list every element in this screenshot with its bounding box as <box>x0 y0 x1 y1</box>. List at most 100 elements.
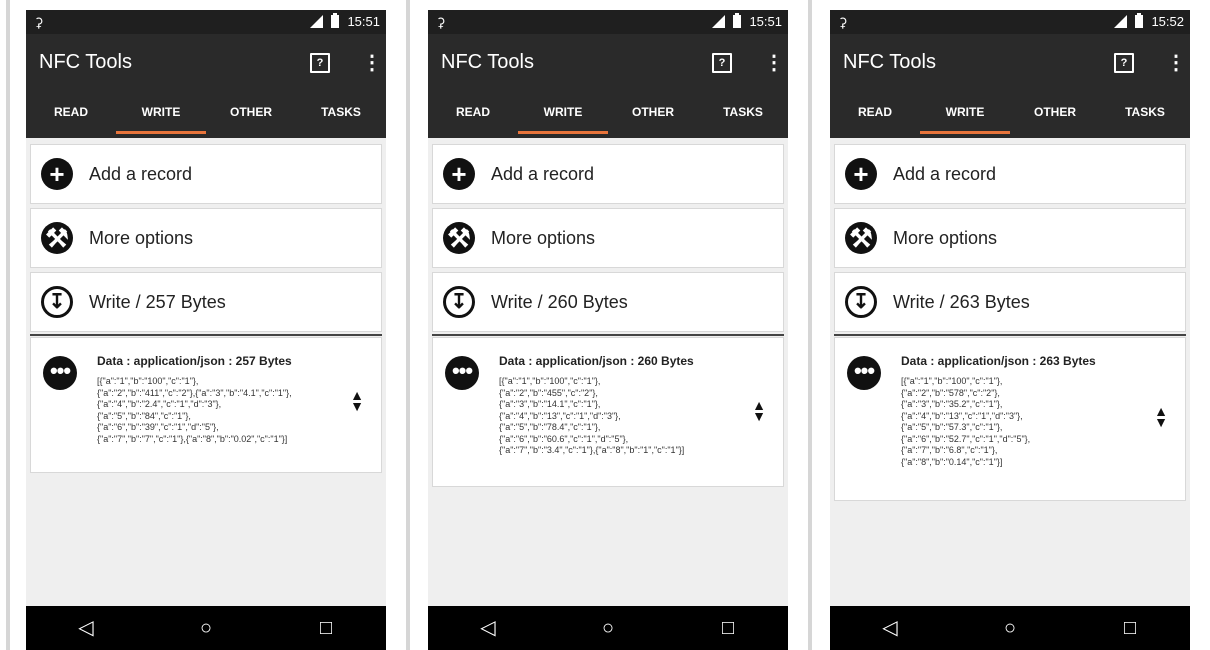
help-icon[interactable]: ? <box>712 53 732 73</box>
tab-tasks[interactable]: TASKS <box>296 90 386 138</box>
more-dots-icon[interactable]: ••• <box>847 356 881 390</box>
wrench-icon: ⚒ <box>41 222 73 254</box>
more-options-button[interactable]: ⚒ More options <box>432 208 784 268</box>
more-options-label: More options <box>89 228 194 248</box>
write-label: Write / 263 Bytes <box>893 292 1030 312</box>
phone-screen-3: ⚳ 15:52 NFC Tools ? ⋮ READ WRITE OTHER T… <box>830 10 1190 650</box>
record-item[interactable]: ••• Data : application/json : 260 Bytes … <box>432 337 784 487</box>
tab-other[interactable]: OTHER <box>206 90 296 138</box>
more-dots-icon[interactable]: ••• <box>445 356 479 390</box>
help-icon[interactable]: ? <box>310 53 330 73</box>
record-item[interactable]: ••• Data : application/json : 257 Bytes … <box>30 337 382 473</box>
write-download-icon: ↧ <box>443 286 475 318</box>
tab-read[interactable]: READ <box>428 90 518 138</box>
more-options-button[interactable]: ⚒ More options <box>834 208 1186 268</box>
add-record-button[interactable]: + Add a record <box>432 144 784 204</box>
app-title: NFC Tools <box>843 51 936 73</box>
record-content: [{"a":"1","b":"100","c":"1"}, {"a":"2","… <box>499 376 685 455</box>
battery-icon <box>1135 13 1144 28</box>
overflow-menu-icon[interactable]: ⋮ <box>764 50 784 75</box>
section-divider <box>834 334 1186 336</box>
app-bar: NFC Tools ? ⋮ <box>428 34 788 90</box>
overflow-menu-icon[interactable]: ⋮ <box>1166 50 1186 75</box>
add-circle-icon: + <box>443 158 475 190</box>
add-record-label: Add a record <box>893 164 997 184</box>
tab-bar: READ WRITE OTHER TASKS <box>428 90 788 138</box>
back-icon[interactable]: ◁ <box>428 606 548 650</box>
status-time: 15:51 <box>749 14 782 29</box>
section-divider <box>432 334 784 336</box>
record-title: Data : application/json : 257 Bytes <box>97 354 292 368</box>
overflow-menu-icon[interactable]: ⋮ <box>362 50 382 75</box>
write-label: Write / 257 Bytes <box>89 292 226 312</box>
app-title: NFC Tools <box>441 51 534 73</box>
status-time: 15:51 <box>347 14 380 29</box>
more-options-button[interactable]: ⚒ More options <box>30 208 382 268</box>
incognito-icon: ⚳ <box>34 15 44 30</box>
add-record-button[interactable]: + Add a record <box>834 144 1186 204</box>
more-options-label: More options <box>491 228 596 248</box>
signal-icon <box>712 15 726 28</box>
signal-icon <box>1114 15 1128 28</box>
navigation-bar: ◁ ○ □ <box>26 606 386 650</box>
recents-icon[interactable]: □ <box>266 606 386 650</box>
status-bar: ⚳ 15:52 <box>830 10 1190 34</box>
tab-tasks[interactable]: TASKS <box>698 90 788 138</box>
tab-write[interactable]: WRITE <box>116 90 206 138</box>
status-bar: ⚳ 15:51 <box>26 10 386 34</box>
tab-write[interactable]: WRITE <box>518 90 608 138</box>
battery-icon <box>733 13 742 28</box>
home-icon[interactable]: ○ <box>548 606 668 650</box>
home-icon[interactable]: ○ <box>146 606 266 650</box>
reorder-handle-icon[interactable]: ▲ ▼ <box>347 388 367 413</box>
tab-read[interactable]: READ <box>830 90 920 138</box>
record-content: [{"a":"1","b":"100","c":"1"}, {"a":"2","… <box>901 376 1031 467</box>
tab-tasks[interactable]: TASKS <box>1100 90 1190 138</box>
phone-screen-1: ⚳ 15:51 NFC Tools ? ⋮ READ WRITE OTHER T… <box>26 10 386 650</box>
add-record-label: Add a record <box>89 164 193 184</box>
navigation-bar: ◁ ○ □ <box>830 606 1190 650</box>
tab-bar: READ WRITE OTHER TASKS <box>830 90 1190 138</box>
battery-icon <box>331 13 340 28</box>
app-bar: NFC Tools ? ⋮ <box>26 34 386 90</box>
record-title: Data : application/json : 260 Bytes <box>499 354 694 368</box>
write-download-icon: ↧ <box>41 286 73 318</box>
write-label: Write / 260 Bytes <box>491 292 628 312</box>
navigation-bar: ◁ ○ □ <box>428 606 788 650</box>
panel-divider <box>808 0 812 650</box>
tab-other[interactable]: OTHER <box>1010 90 1100 138</box>
tab-write[interactable]: WRITE <box>920 90 1010 138</box>
tab-read[interactable]: READ <box>26 90 116 138</box>
write-button[interactable]: ↧ Write / 257 Bytes <box>30 272 382 332</box>
home-icon[interactable]: ○ <box>950 606 1070 650</box>
add-circle-icon: + <box>845 158 877 190</box>
reorder-handle-icon[interactable]: ▲ ▼ <box>1151 404 1171 429</box>
recents-icon[interactable]: □ <box>1070 606 1190 650</box>
more-options-label: More options <box>893 228 998 248</box>
incognito-icon: ⚳ <box>838 15 848 30</box>
record-content: [{"a":"1","b":"100","c":"1"}, {"a":"2","… <box>97 376 292 444</box>
record-item[interactable]: ••• Data : application/json : 263 Bytes … <box>834 337 1186 501</box>
write-download-icon: ↧ <box>845 286 877 318</box>
back-icon[interactable]: ◁ <box>830 606 950 650</box>
back-icon[interactable]: ◁ <box>26 606 146 650</box>
help-icon[interactable]: ? <box>1114 53 1134 73</box>
write-button[interactable]: ↧ Write / 260 Bytes <box>432 272 784 332</box>
phone-screen-2: ⚳ 15:51 NFC Tools ? ⋮ READ WRITE OTHER T… <box>428 10 788 650</box>
add-record-label: Add a record <box>491 164 595 184</box>
more-dots-icon[interactable]: ••• <box>43 356 77 390</box>
add-circle-icon: + <box>41 158 73 190</box>
incognito-icon: ⚳ <box>436 15 446 30</box>
reorder-handle-icon[interactable]: ▲ ▼ <box>749 398 769 423</box>
wrench-icon: ⚒ <box>443 222 475 254</box>
status-bar: ⚳ 15:51 <box>428 10 788 34</box>
add-record-button[interactable]: + Add a record <box>30 144 382 204</box>
wrench-icon: ⚒ <box>845 222 877 254</box>
panel-divider <box>6 0 10 650</box>
write-button[interactable]: ↧ Write / 263 Bytes <box>834 272 1186 332</box>
signal-icon <box>310 15 324 28</box>
panel-divider <box>406 0 410 650</box>
app-bar: NFC Tools ? ⋮ <box>830 34 1190 90</box>
recents-icon[interactable]: □ <box>668 606 788 650</box>
tab-other[interactable]: OTHER <box>608 90 698 138</box>
